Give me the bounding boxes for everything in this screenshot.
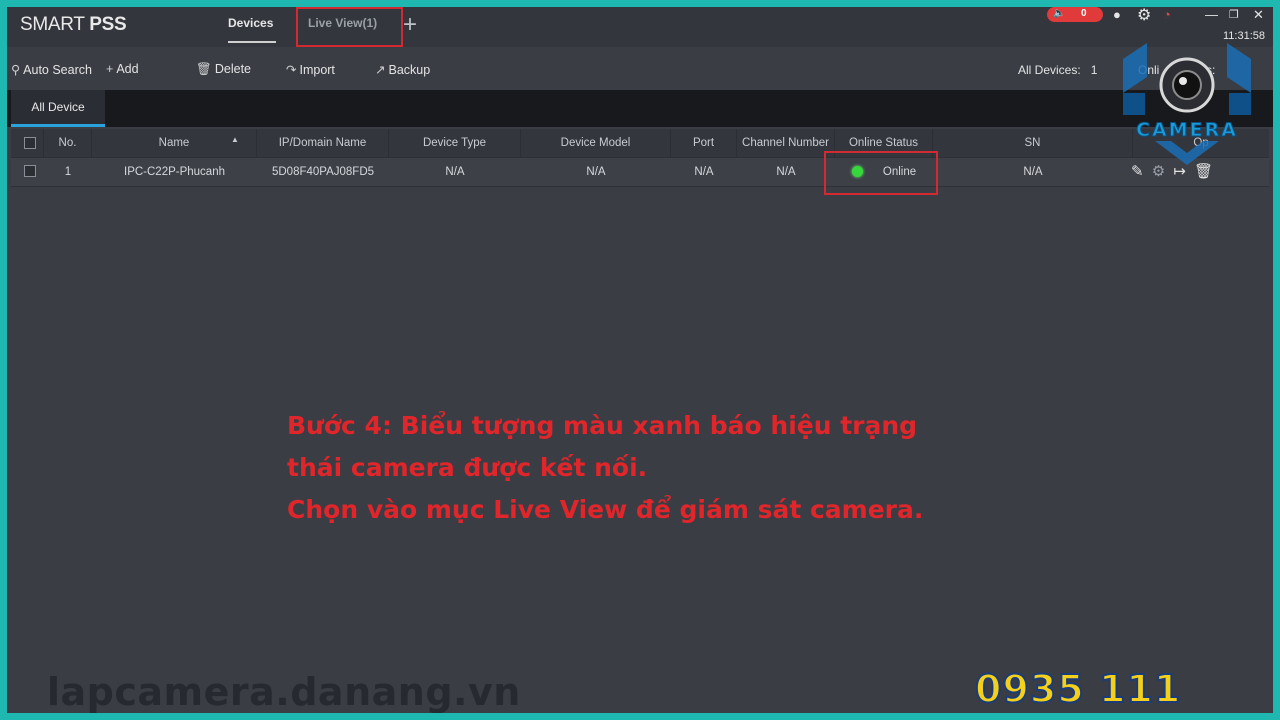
plus-icon: + <box>106 62 114 76</box>
instruction-line-3: Chọn vào mục Live View để giám sát camer… <box>287 495 924 524</box>
watermark-word: CAMERA <box>1136 119 1238 142</box>
cell-no: 1 <box>64 166 72 178</box>
row-select-cell <box>11 158 44 187</box>
add-tab-button[interactable]: + <box>403 11 417 39</box>
column-header-port[interactable]: Port <box>671 129 737 158</box>
phone-watermark: 0935 111 014 <box>974 666 1182 713</box>
title-bar: SMART PSS Devices Live View(1) + 🔈 0 ● ⚙… <box>7 7 1273 47</box>
close-icon[interactable]: ✕ <box>1253 7 1264 23</box>
instruction-text: Bước 4: Biểu tượng màu xanh báo hiệu trạ… <box>287 405 923 531</box>
column-header-channel-number[interactable]: Channel Number <box>737 129 835 158</box>
restore-icon[interactable]: ❐ <box>1229 8 1239 21</box>
user-icon[interactable]: ● <box>1113 7 1121 22</box>
cell-ip: 5D08F40PAJ08FD5 <box>271 166 375 178</box>
backup-button[interactable]: ↗ Backup <box>375 62 430 77</box>
cell-channel-number: N/A <box>776 166 796 178</box>
app-logo: SMART PSS <box>20 14 127 35</box>
toolbar: ⚲ Auto Search + Add 🗑 Delete ↷ Import ↗ Backu… <box>7 47 1273 91</box>
speaker-icon: 🔈 <box>1053 8 1066 19</box>
cell-sn: N/A <box>1023 166 1043 178</box>
table-header: No. Name ▲ IP/Domain Name Device Type De… <box>11 129 1269 159</box>
cell-port: N/A <box>694 166 714 178</box>
tab-all-device[interactable]: All Device <box>11 90 105 127</box>
search-icon: ⚲ <box>11 63 21 77</box>
auto-search-button[interactable]: ⚲ Auto Search <box>11 62 92 77</box>
highlight-live-view <box>296 7 403 47</box>
active-tab-indicator <box>228 41 276 43</box>
import-button[interactable]: ↷ Import <box>286 62 335 77</box>
device-group-tabs: All Device <box>7 90 1273 127</box>
alarm-badge[interactable]: 🔈 0 <box>1047 7 1103 22</box>
app-window: SMART PSS Devices Live View(1) + 🔈 0 ● ⚙… <box>7 7 1273 713</box>
column-header-device-model[interactable]: Device Model <box>521 129 671 158</box>
row-checkbox[interactable] <box>24 165 36 177</box>
table-row[interactable]: 1 IPC-C22P-Phucanh 5D08F40PAJ08FD5 N/A N… <box>11 157 1269 187</box>
column-header-no[interactable]: No. <box>44 129 92 158</box>
cell-name: IPC-C22P-Phucanh <box>124 166 225 178</box>
add-button[interactable]: + Add <box>106 62 139 76</box>
cell-device-type: N/A <box>445 166 465 178</box>
trash-icon: 🗑 <box>196 62 212 76</box>
column-header-sn[interactable]: SN <box>933 129 1133 158</box>
all-devices-count: All Devices: 1 <box>1018 63 1098 77</box>
camera-watermark-logo: CAMERA <box>1115 37 1259 167</box>
instruction-line-1: Bước 4: Biểu tượng màu xanh báo hiệu trạ… <box>287 411 918 440</box>
instruction-line-2: thái camera được kết nối. <box>287 453 648 482</box>
tab-devices[interactable]: Devices <box>228 16 273 30</box>
performance-gauge-icon[interactable]: ◔ <box>1163 7 1171 22</box>
camera-logo-icon <box>1123 43 1251 165</box>
sort-ascending-icon[interactable]: ▲ <box>231 135 239 144</box>
backup-icon: ↗ <box>375 63 386 77</box>
minimize-icon[interactable]: — <box>1205 7 1218 22</box>
cell-device-model: N/A <box>586 166 606 178</box>
website-watermark: lapcamera.danang.vn <box>47 670 521 713</box>
column-header-ip[interactable]: IP/Domain Name <box>257 129 389 158</box>
delete-button[interactable]: 🗑 Delete <box>196 62 251 77</box>
alarm-count: 0 <box>1081 8 1087 19</box>
column-header-device-type[interactable]: Device Type <box>389 129 521 158</box>
gear-icon[interactable]: ⚙ <box>1137 7 1151 25</box>
select-all-checkbox[interactable] <box>24 137 36 149</box>
highlight-online-status <box>824 151 938 195</box>
import-icon: ↷ <box>286 63 297 77</box>
select-all-cell <box>11 129 44 158</box>
